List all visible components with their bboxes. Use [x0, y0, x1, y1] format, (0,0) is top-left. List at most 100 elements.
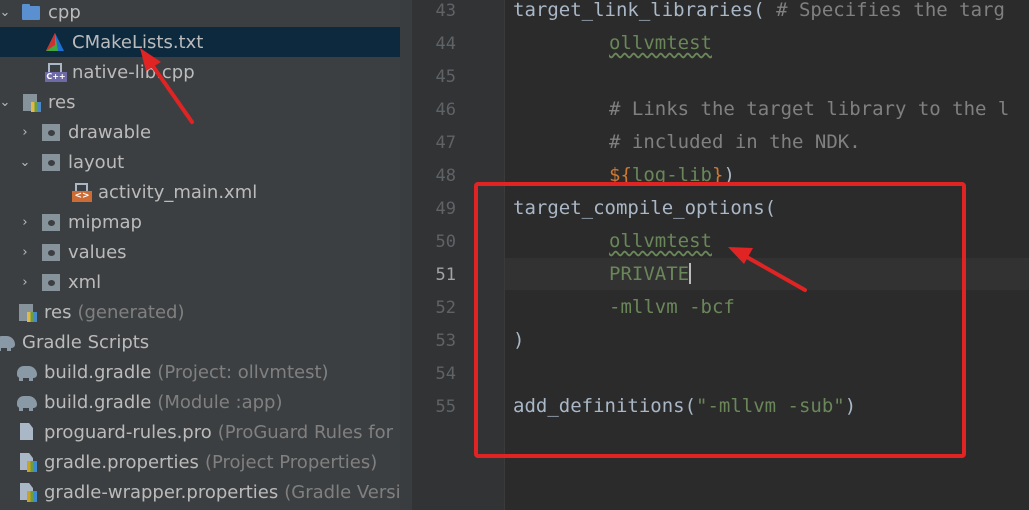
tree-item-label: gradle-wrapper.properties — [44, 481, 279, 503]
code-line-43[interactable]: target_link_libraries( # Specifies the t… — [513, 0, 1005, 21]
line-number-current: 51 — [435, 265, 456, 285]
tree-item-drawable[interactable]: › drawable — [0, 117, 412, 147]
line-number: 44 — [435, 34, 456, 54]
code-editor[interactable]: 43 44 45 46 47 48 49 50 51 52 53 54 55 t… — [412, 0, 1029, 510]
code-paren: ) — [844, 395, 857, 417]
tree-item-label: CMakeLists.txt — [72, 31, 204, 53]
tree-item-activity-main[interactable]: activity_main.xml — [0, 177, 412, 207]
chevron-right-icon[interactable]: › — [18, 215, 32, 230]
properties-file-icon — [16, 481, 38, 503]
code-identifier: ollvmtest — [609, 230, 712, 252]
chevron-down-icon[interactable]: ⌄ — [18, 155, 32, 170]
code-dollar: $ — [609, 164, 621, 186]
chevron-right-icon[interactable]: › — [18, 275, 32, 290]
tree-item-build-gradle-project[interactable]: build.gradle (Project: ollvmtest) — [0, 357, 412, 387]
code-line-48[interactable]: ${log-lib}) — [609, 164, 735, 186]
project-tree: ⌄ cpp CMakeLists.txt native-lib.cpp ⌄ re… — [0, 0, 412, 510]
folder-icon — [40, 241, 62, 263]
tree-item-label: build.gradle — [44, 391, 152, 413]
code-brace: { — [620, 164, 632, 186]
tree-scrollbar[interactable] — [400, 0, 412, 510]
code-brace: } — [711, 164, 724, 186]
code-string: "-mllvm -sub" — [696, 395, 845, 417]
code-line-44[interactable]: ollvmtest — [609, 32, 712, 54]
cmake-icon — [44, 31, 66, 53]
line-number: 49 — [435, 199, 456, 219]
chevron-down-icon[interactable]: ⌄ — [0, 5, 12, 20]
line-number: 55 — [435, 397, 456, 417]
gutter-divider — [504, 0, 505, 510]
code-line-47[interactable]: # included in the NDK. — [609, 131, 861, 153]
code-line-50[interactable]: ollvmtest — [609, 230, 712, 252]
tree-item-hint: (Module :app) — [157, 391, 283, 413]
code-line-52[interactable]: -mllvm -bcf — [609, 296, 735, 318]
tree-item-label: res — [48, 91, 76, 113]
gradle-icon — [16, 361, 38, 383]
folder-icon — [40, 121, 62, 143]
tree-item-hint: (Project: ollvmtest) — [157, 361, 329, 383]
line-number: 43 — [435, 1, 456, 21]
text-caret — [689, 263, 692, 284]
line-number: 48 — [435, 166, 456, 186]
tree-item-res[interactable]: ⌄ res — [0, 87, 412, 117]
tree-item-native-lib[interactable]: native-lib.cpp — [0, 57, 412, 87]
tree-item-res-generated[interactable]: res (generated) — [0, 297, 412, 327]
tree-item-cpp[interactable]: ⌄ cpp — [0, 0, 412, 27]
tree-item-label: cpp — [48, 1, 81, 23]
tree-item-cmakelists[interactable]: CMakeLists.txt — [0, 27, 412, 57]
tree-item-hint: (ProGuard Rules for ":ap — [217, 421, 412, 443]
code-keyword: PRIVATE — [609, 263, 690, 285]
resource-folder-icon — [16, 301, 38, 323]
code-line-53[interactable]: ) — [513, 329, 524, 351]
gradle-icon — [0, 331, 16, 353]
tree-item-label: xml — [68, 271, 102, 293]
code-comment: # Links the target library to the l — [609, 98, 1010, 120]
tree-item-label: values — [68, 241, 127, 263]
code-line-46[interactable]: # Links the target library to the l — [609, 98, 1009, 120]
code-identifier: ollvmtest — [609, 32, 712, 54]
folder-icon — [40, 271, 62, 293]
code-paren: ) — [723, 164, 735, 186]
tree-item-hint: (generated) — [77, 301, 185, 323]
tree-item-gradle-scripts[interactable]: Gradle Scripts — [0, 327, 412, 357]
tree-item-mipmap[interactable]: › mipmap — [0, 207, 412, 237]
tree-item-label: gradle.properties — [44, 451, 199, 473]
code-function: add_definitions( — [513, 395, 697, 417]
tree-item-xml[interactable]: › xml — [0, 267, 412, 297]
code-comment: # included in the NDK. — [609, 131, 861, 153]
resource-folder-icon — [20, 91, 42, 113]
chevron-down-icon[interactable]: ⌄ — [0, 95, 12, 110]
code-line-49[interactable]: target_compile_options( — [513, 197, 776, 219]
tree-item-label: native-lib.cpp — [72, 61, 195, 83]
line-number: 53 — [435, 331, 456, 351]
tree-item-gradle-properties[interactable]: gradle.properties (Project Properties) — [0, 447, 412, 477]
code-function: target_compile_options( — [513, 197, 777, 219]
code-line-55[interactable]: add_definitions("-mllvm -sub") — [513, 395, 856, 417]
line-number: 52 — [435, 298, 456, 318]
tree-item-build-gradle-module[interactable]: build.gradle (Module :app) — [0, 387, 412, 417]
line-number: 45 — [435, 67, 456, 87]
tree-item-hint: (Gradle Version) — [284, 481, 412, 503]
code-comment: # Specifies the targ — [764, 0, 1005, 21]
folder-icon — [40, 211, 62, 233]
code-variable: log-lib — [631, 164, 712, 186]
folder-icon — [20, 1, 42, 23]
code-line-51[interactable]: PRIVATE — [609, 263, 692, 285]
code-flag: -mllvm -bcf — [609, 296, 735, 318]
tree-item-hint: (Project Properties) — [204, 451, 378, 473]
tree-item-label: layout — [68, 151, 125, 173]
tree-item-values[interactable]: › values — [0, 237, 412, 267]
tree-item-layout[interactable]: ⌄ layout — [0, 147, 412, 177]
line-number: 47 — [435, 133, 456, 153]
tree-item-gradle-wrapper[interactable]: gradle-wrapper.properties (Gradle Versio… — [0, 477, 412, 507]
code-paren: ) — [513, 329, 525, 351]
tree-item-label: Gradle Scripts — [22, 331, 150, 353]
line-number-gutter: 43 44 45 46 47 48 49 50 51 52 53 54 55 — [412, 0, 504, 510]
properties-file-icon — [16, 451, 38, 473]
chevron-right-icon[interactable]: › — [18, 125, 32, 140]
xml-file-icon — [70, 181, 92, 203]
line-number: 46 — [435, 100, 456, 120]
tree-item-label: activity_main.xml — [98, 181, 258, 203]
tree-item-proguard[interactable]: proguard-rules.pro (ProGuard Rules for "… — [0, 417, 412, 447]
chevron-right-icon[interactable]: › — [18, 245, 32, 260]
